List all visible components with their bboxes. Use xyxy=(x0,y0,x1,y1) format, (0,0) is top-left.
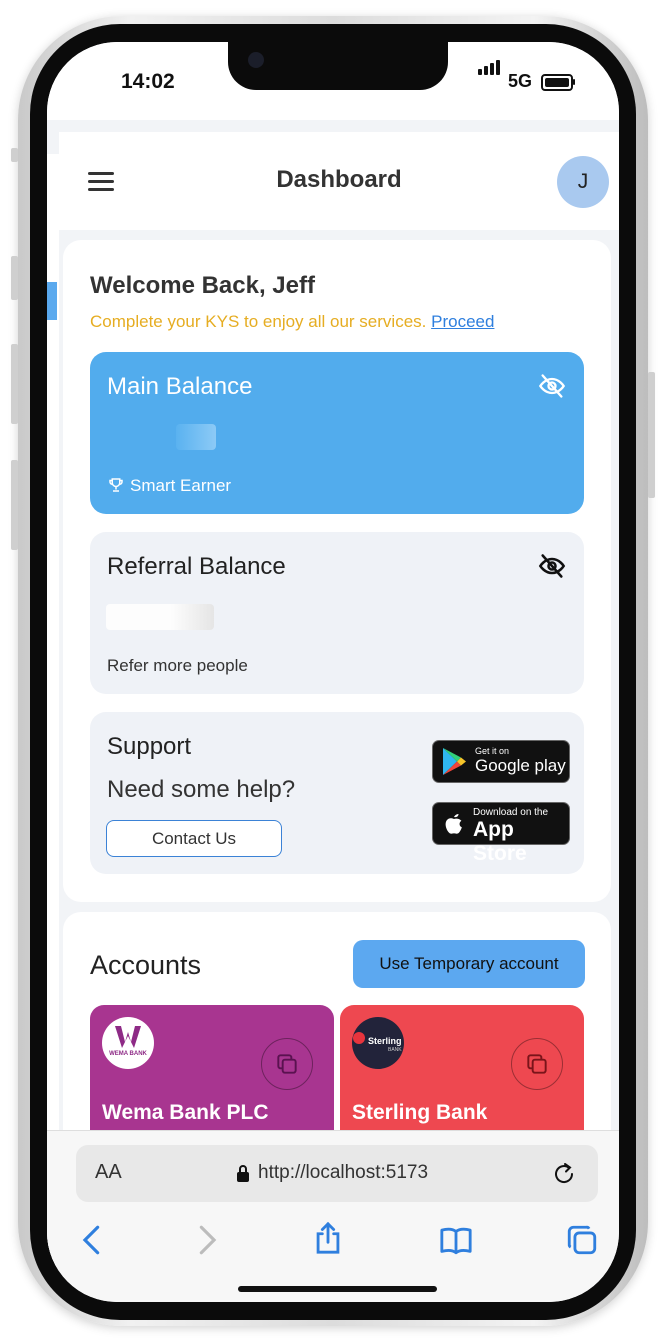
bank-card-wema[interactable]: WEMA BANK Wema Bank PLC xyxy=(90,1005,334,1145)
copy-icon xyxy=(277,1054,297,1074)
google-play-name: Google play xyxy=(475,756,566,775)
eye-slash-icon[interactable] xyxy=(538,372,566,400)
bookmarks-icon[interactable] xyxy=(439,1223,473,1257)
tier-label: Smart Earner xyxy=(130,476,232,495)
text-size-button[interactable]: AA xyxy=(95,1161,122,1184)
page-title: Dashboard xyxy=(276,166,402,193)
eye-slash-icon[interactable] xyxy=(538,552,566,580)
referral-balance-card: Referral Balance Refer more people xyxy=(90,532,584,694)
accounts-title: Accounts xyxy=(90,950,202,980)
bank-name: Wema Bank PLC xyxy=(102,1101,269,1124)
app-store-badge[interactable]: Download on the App Store xyxy=(432,802,570,865)
sidebar-active-indicator xyxy=(47,282,57,320)
app-header: Dashboard J xyxy=(59,132,619,230)
url-text: http://localhost:5173 xyxy=(258,1162,429,1183)
google-play-top-text: Get it on xyxy=(475,746,510,756)
sterling-logo-text: Sterling xyxy=(368,1036,402,1046)
camera-icon xyxy=(248,52,264,68)
tabs-icon[interactable] xyxy=(565,1223,599,1257)
bank-name: Sterling Bank xyxy=(352,1101,488,1124)
balance-loading-placeholder xyxy=(176,424,216,450)
copy-account-button[interactable] xyxy=(511,1038,563,1090)
google-play-badge[interactable]: Get it on Google play xyxy=(432,740,570,783)
copy-icon xyxy=(527,1054,547,1074)
phone-side-button xyxy=(11,148,18,162)
battery-tip xyxy=(573,79,575,85)
home-indicator xyxy=(238,1286,437,1292)
wema-bank-logo: WEMA BANK xyxy=(102,1017,154,1069)
screen: 14:02 5G Dashboard J Welcome Back, Jeff … xyxy=(47,42,619,1302)
wema-logo-text: WEMA BANK xyxy=(109,1051,147,1057)
support-prompt: Need some help? xyxy=(107,776,296,803)
share-icon[interactable] xyxy=(311,1221,345,1255)
phone-side-button xyxy=(11,460,18,550)
browser-toolbar: AA http://localhost:5173 xyxy=(47,1130,619,1302)
main-balance-title: Main Balance xyxy=(107,373,253,400)
battery-icon xyxy=(541,74,573,91)
wema-logo-mark xyxy=(115,1026,141,1048)
address-bar[interactable]: AA http://localhost:5173 xyxy=(76,1145,598,1202)
balance-loading-placeholder xyxy=(106,604,214,630)
kys-message: Complete your KYS to enjoy all our servi… xyxy=(90,312,494,332)
avatar[interactable]: J xyxy=(557,156,609,208)
app-store-name: App Store xyxy=(473,818,527,865)
lock-icon xyxy=(237,1165,249,1182)
trophy-icon xyxy=(109,478,123,492)
sterling-logo-dot xyxy=(353,1032,365,1044)
kys-message-text: Complete your KYS to enjoy all our servi… xyxy=(90,312,427,331)
apple-icon xyxy=(445,814,462,834)
back-icon[interactable] xyxy=(75,1223,109,1257)
referral-balance-title: Referral Balance xyxy=(107,553,286,580)
contact-us-button[interactable]: Contact Us xyxy=(106,820,282,857)
forward-icon[interactable] xyxy=(190,1223,224,1257)
main-balance-card: Main Balance Smart Earner xyxy=(90,352,584,514)
copy-account-button[interactable] xyxy=(261,1038,313,1090)
welcome-heading: Welcome Back, Jeff xyxy=(90,272,315,299)
bank-card-sterling[interactable]: Sterling BANK Sterling Bank xyxy=(340,1005,584,1145)
sterling-logo-subtext: BANK xyxy=(388,1047,402,1053)
network-label: 5G xyxy=(508,71,533,91)
reload-icon[interactable] xyxy=(552,1161,576,1187)
support-card: Support Need some help? Contact Us Get i… xyxy=(90,712,584,874)
phone-power-button xyxy=(648,372,655,498)
proceed-link[interactable]: Proceed xyxy=(431,312,494,331)
use-temporary-account-button[interactable]: Use Temporary account xyxy=(353,940,585,988)
sterling-bank-logo: Sterling BANK xyxy=(352,1017,404,1069)
status-time: 14:02 xyxy=(121,70,175,93)
google-play-icon xyxy=(443,748,466,775)
referral-subtitle: Refer more people xyxy=(107,656,248,675)
app-store-top-text: Download on the xyxy=(473,807,549,818)
phone-volume-down xyxy=(11,344,18,424)
dashboard-panel: Welcome Back, Jeff Complete your KYS to … xyxy=(63,240,611,902)
phone-volume-up xyxy=(11,256,18,300)
support-title: Support xyxy=(107,733,192,760)
